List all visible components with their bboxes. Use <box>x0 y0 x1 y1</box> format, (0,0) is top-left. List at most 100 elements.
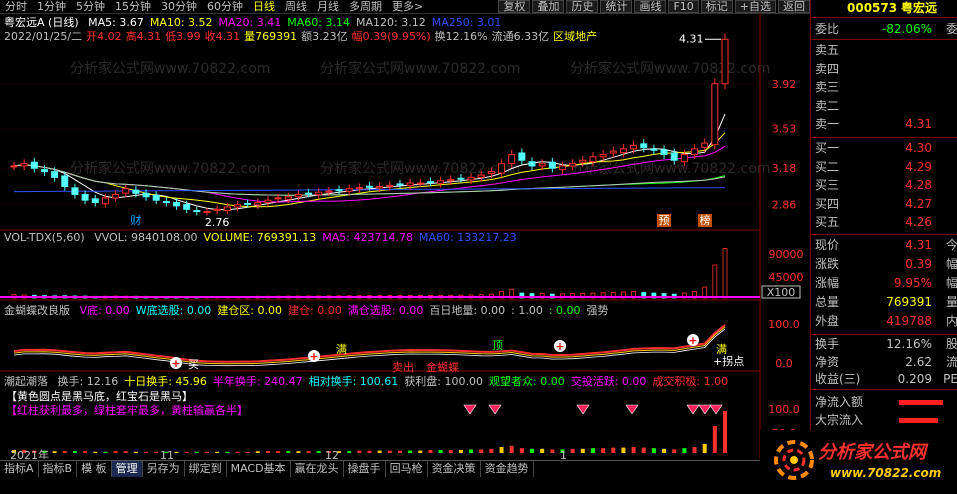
flow-label-1: 大宗流入 <box>815 413 864 427</box>
weibi-value: -82.06% <box>881 22 932 36</box>
candle <box>152 191 160 205</box>
turnover-bar <box>245 451 250 453</box>
jb-line-yellow <box>13 326 726 365</box>
bid-row-0-label: 买一 <box>815 141 840 155</box>
jb-label-4: 满仓选股: 0.00 <box>347 304 424 317</box>
indicator-tab-2[interactable]: 模 板 <box>77 461 112 477</box>
period-tab-6[interactable]: 日线 <box>248 0 280 13</box>
jb-label-3: 建仓: 0.00 <box>288 304 342 317</box>
candle <box>81 190 89 205</box>
period-tab-10[interactable]: 更多> <box>387 0 428 13</box>
toolbar-button-5[interactable]: F10 <box>668 0 699 13</box>
period-tab-9[interactable]: 多周期 <box>344 0 387 13</box>
qx-title: 潮起潮落 <box>4 375 48 388</box>
turnover-bar <box>113 451 118 453</box>
indicator-tab-0[interactable]: 指标A <box>0 461 39 477</box>
indicator-tab-7[interactable]: 赢在龙头 <box>291 461 344 477</box>
flow-label-0: 净流入额 <box>815 395 864 409</box>
turnover-bar <box>611 447 616 453</box>
toolbar-button-2[interactable]: 历史 <box>566 0 599 13</box>
volume-legend: VVOL: 9840108.00 VOLUME: 769391.13 MA5: 42… <box>88 231 517 244</box>
stat2-row-2: 收益(三) 0.209 PE <box>811 372 957 387</box>
bid-row-4-label: 买五 <box>815 215 840 229</box>
flow-bar-1 <box>899 418 938 423</box>
indicator-tab-10[interactable]: 资金决策 <box>428 461 481 477</box>
ask-row-4: 卖一 4.31 <box>811 117 957 132</box>
qx-label-7: 成交积极: 1.00 <box>652 375 729 388</box>
stat2-row-0-label: 换手 <box>815 337 840 351</box>
turnover-bar <box>306 451 311 453</box>
candle <box>396 179 404 189</box>
indicator-tab-11[interactable]: 资金趋势 <box>481 461 534 477</box>
indicator-tab-6[interactable]: MACD基本 <box>227 461 291 477</box>
period-tab-4[interactable]: 30分钟 <box>156 0 202 13</box>
stat-row-4-suffix: 内 <box>945 314 957 328</box>
period-tab-0[interactable]: 分时 <box>0 0 32 13</box>
turnover-bar <box>62 451 67 453</box>
period-tab-2[interactable]: 5分钟 <box>71 0 110 13</box>
jb-label-1: W底选股: 0.00 <box>135 304 212 317</box>
toolbar-button-0[interactable]: 复权 <box>498 0 531 13</box>
period-tab-7[interactable]: 周线 <box>280 0 312 13</box>
xaxis-label-2: 12 <box>325 449 339 459</box>
turnover-bar <box>682 448 687 453</box>
toolbar-button-4[interactable]: 画线 <box>634 0 667 13</box>
qx-label-5: 观望者众: 0.00 <box>489 375 565 388</box>
logo-url: www.70822.com <box>830 466 941 480</box>
weibi-label: 委比 <box>815 22 840 36</box>
info-item-7: 幅0.39(9.95%) <box>351 30 431 43</box>
indicator-tab-1[interactable]: 指标B <box>39 461 78 477</box>
turnover-bar <box>418 450 423 453</box>
turnover-bar <box>265 451 270 453</box>
watermark-1: 分析家公式网www.70822.com <box>320 60 520 77</box>
toolbar-button-1[interactable]: 叠加 <box>532 0 565 13</box>
indicator-tab-3[interactable]: 管理 <box>111 461 143 477</box>
qx-legend: 换手: 12.16 十日换手: 45.96 半年换手: 240.47 相对换手: 10… <box>52 375 729 388</box>
turnover-bar <box>276 451 281 453</box>
weibi-row: 委比 -82.06% 委 <box>811 22 957 37</box>
toolbar-button-7[interactable]: +自选 <box>734 0 776 13</box>
jb-annotation-0: 满 <box>336 343 347 356</box>
stat-row-0-suffix: 今 <box>945 238 957 252</box>
candle <box>20 159 28 171</box>
bid-row-1: 买二 4.29 <box>811 160 957 175</box>
turnover-bar <box>215 451 220 453</box>
indicator-tab-5[interactable]: 绑定到 <box>185 461 227 477</box>
period-tab-8[interactable]: 月线 <box>312 0 344 13</box>
xaxis-label-1: 11 <box>160 449 174 459</box>
info-item-0: 2022/01/25/二 <box>4 30 83 43</box>
period-tab-5[interactable]: 60分钟 <box>202 0 248 13</box>
candle <box>711 78 719 150</box>
info-item-9: 流通6.33亿 <box>491 30 550 43</box>
info-item-1: 开4.02 <box>86 30 122 43</box>
vol-label-3: MA60: 133217.23 <box>418 231 517 244</box>
toolbar-button-6[interactable]: 标记 <box>700 0 733 13</box>
event-tag-0: 财 <box>130 213 141 227</box>
bid-row-1-value: 4.29 <box>905 159 932 174</box>
watermark-0: 分析家公式网www.70822.com <box>70 60 270 77</box>
info-item-5: 量769391 <box>244 30 298 43</box>
period-tab-1[interactable]: 1分钟 <box>32 0 71 13</box>
indicator-tab-8[interactable]: 操盘手 <box>344 461 386 477</box>
stat-row-2-label: 涨幅 <box>815 276 840 290</box>
stat2-row-1-label: 净资 <box>815 354 840 369</box>
period-tab-3[interactable]: 15分钟 <box>110 0 156 13</box>
toolbar-button-8[interactable]: 返回 <box>778 0 810 13</box>
ask-row-1: 卖四 <box>811 62 957 77</box>
candle <box>721 33 729 90</box>
quote-panel: 000573 粤宏远 委比 -82.06% 委 卖五 卖四 卖三 卖二 卖一 4.31 买… <box>810 0 957 494</box>
turnover-bar <box>154 451 159 453</box>
stat2-row-0-value: 12.16% <box>886 337 932 351</box>
qx-note-2: 【红柱获利最多，绿柱套牢最多，黄柱输赢各半】 <box>6 404 248 417</box>
indicator-tab-4[interactable]: 另存为 <box>143 461 185 477</box>
candle <box>650 144 658 155</box>
stat-row-4-value: 419788 <box>886 314 932 328</box>
turnover-bar <box>641 447 646 453</box>
indicator-tab-9[interactable]: 回马枪 <box>386 461 428 477</box>
toolbar-button-3[interactable]: 统计 <box>600 0 633 13</box>
stat2-row-2-suffix: PE <box>943 372 957 386</box>
turnover-bar <box>144 451 149 453</box>
turnover-bar <box>621 447 626 453</box>
bid-row-3: 买四 4.27 <box>811 197 957 212</box>
qx-label-4: 获利盘: 100.00 <box>404 375 484 388</box>
